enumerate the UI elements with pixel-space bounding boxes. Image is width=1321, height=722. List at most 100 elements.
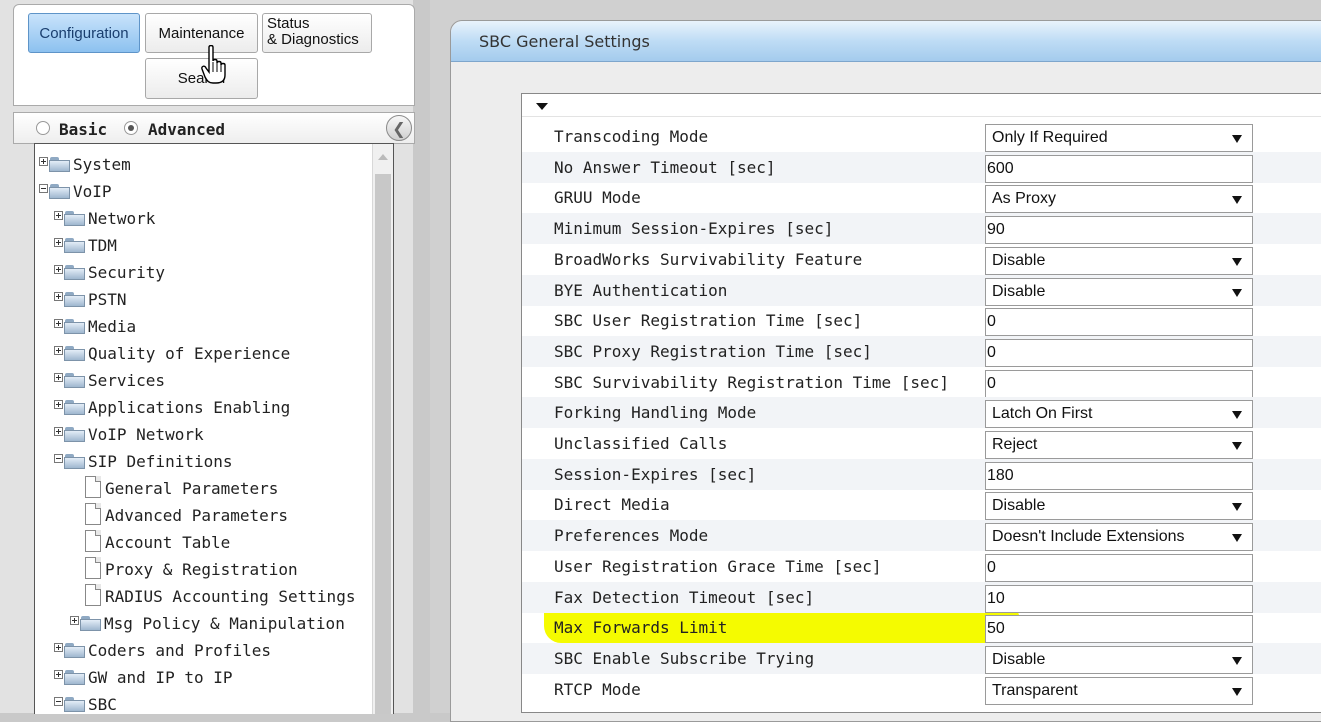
- tree-item-gw-and-ip-to-ip[interactable]: GW and IP to IP: [54, 665, 233, 689]
- expand-plus-icon[interactable]: [54, 643, 63, 652]
- unclassified-calls-select[interactable]: Reject: [985, 431, 1253, 459]
- select-value: Disable: [992, 650, 1046, 668]
- setting-label: BYE Authentication: [554, 280, 728, 300]
- tree-item-voip-network[interactable]: VoIP Network: [54, 422, 204, 446]
- collapse-minus-icon[interactable]: [54, 697, 63, 706]
- tree-item-applications-enabling[interactable]: Applications Enabling: [54, 395, 290, 419]
- tree-item-network[interactable]: Network: [54, 206, 155, 230]
- expand-plus-icon[interactable]: [54, 319, 63, 328]
- basic-label: Basic: [59, 120, 108, 139]
- expand-plus-icon[interactable]: [54, 211, 63, 220]
- dropdown-arrow-icon[interactable]: [1232, 135, 1242, 143]
- sbc-proxy-registration-time-sec-input[interactable]: 0: [985, 338, 1253, 367]
- dropdown-arrow-icon[interactable]: [1232, 503, 1242, 512]
- tree-item-media[interactable]: Media: [54, 314, 136, 338]
- collapse-arrow-icon[interactable]: [536, 103, 548, 110]
- page-icon: [85, 530, 101, 552]
- no-answer-timeout-sec-input[interactable]: 600: [985, 154, 1253, 183]
- setting-row-forking-handling-mode: Forking Handling Mode Latch On First: [522, 397, 1321, 429]
- session-expires-sec-input[interactable]: 180: [985, 461, 1253, 490]
- status-diagnostics-tab[interactable]: Status & Diagnostics: [262, 13, 372, 53]
- folder-icon: [64, 669, 86, 685]
- navigation-panel: Configuration Maintenance Status & Diagn…: [0, 0, 415, 714]
- setting-label: Max Forwards Limit: [554, 618, 728, 638]
- direct-media-select[interactable]: Disable: [985, 492, 1253, 521]
- collapse-minus-icon[interactable]: [54, 454, 63, 463]
- advanced-radio[interactable]: [124, 121, 138, 135]
- scrollbar-thumb[interactable]: [375, 174, 391, 714]
- sbc-survivability-registration-time-sec-input[interactable]: 0: [985, 369, 1253, 398]
- gruu-mode-select[interactable]: As Proxy: [985, 185, 1253, 214]
- setting-label: Minimum Session-Expires [sec]: [554, 219, 834, 239]
- configuration-tab[interactable]: Configuration: [28, 13, 140, 53]
- tree-scrollbar[interactable]: [372, 144, 393, 714]
- setting-row-user-registration-grace-time-sec: User Registration Grace Time [sec] 0: [522, 551, 1321, 582]
- tree-item-coders-and-profiles[interactable]: Coders and Profiles: [54, 638, 271, 662]
- folder-icon: [49, 183, 71, 199]
- setting-label: Forking Handling Mode: [554, 403, 757, 423]
- dropdown-arrow-icon[interactable]: [1232, 442, 1242, 450]
- select-value: As Proxy: [992, 190, 1057, 208]
- tree-item-pstn[interactable]: PSTN: [54, 287, 127, 311]
- tree-item-security[interactable]: Security: [54, 260, 165, 284]
- user-registration-grace-time-sec-input[interactable]: 0: [985, 553, 1253, 582]
- tree-item-label: Security: [88, 262, 166, 282]
- dropdown-arrow-icon[interactable]: [1232, 687, 1242, 696]
- setting-label: Preferences Mode: [554, 526, 709, 546]
- tree-item-system[interactable]: System: [39, 152, 131, 176]
- basic-radio[interactable]: [36, 121, 50, 135]
- tree-item-label: Proxy & Registration: [105, 559, 298, 579]
- expand-plus-icon[interactable]: [54, 346, 63, 355]
- broadworks-survivability-feature-select[interactable]: Disable: [985, 246, 1253, 275]
- expand-plus-icon[interactable]: [54, 292, 63, 301]
- forking-handling-mode-select[interactable]: Latch On First: [985, 400, 1253, 429]
- transcoding-mode-select[interactable]: Only If Required: [985, 124, 1253, 152]
- expand-plus-icon[interactable]: [54, 670, 63, 679]
- page-icon: [85, 557, 101, 579]
- tree-item-radius-accounting-settings[interactable]: RADIUS Accounting Settings: [85, 584, 355, 608]
- sbc-user-registration-time-sec-input[interactable]: 0: [985, 308, 1253, 337]
- dropdown-arrow-icon[interactable]: [1232, 411, 1242, 420]
- dropdown-arrow-icon[interactable]: [1232, 288, 1242, 297]
- status-tab-label-line1: Status: [267, 15, 310, 32]
- collapse-minus-icon[interactable]: [39, 184, 48, 193]
- dropdown-arrow-icon[interactable]: [1232, 534, 1242, 543]
- tree-item-msg-policy-manipulation[interactable]: Msg Policy & Manipulation: [70, 611, 345, 635]
- tree-item-advanced-parameters[interactable]: Advanced Parameters: [85, 503, 288, 527]
- tree-item-quality-of-experience[interactable]: Quality of Experience: [54, 341, 290, 365]
- dropdown-arrow-icon[interactable]: [1232, 196, 1242, 205]
- settings-frame: SBC General Settings Transcoding Mode Onl…: [450, 20, 1321, 722]
- settings-header: SBC General Settings: [451, 21, 1321, 62]
- tree-item-label: RADIUS Accounting Settings: [105, 586, 356, 606]
- expand-plus-icon[interactable]: [54, 265, 63, 274]
- tree-item-services[interactable]: Services: [54, 368, 165, 392]
- minimum-session-expires-sec-input[interactable]: 90: [985, 216, 1253, 245]
- fax-detection-timeout-sec-input[interactable]: 10: [985, 584, 1253, 613]
- scroll-up-arrow-icon[interactable]: [378, 154, 388, 160]
- max-forwards-limit-input[interactable]: 50: [985, 615, 1253, 644]
- tree-item-tdm[interactable]: TDM: [54, 233, 117, 257]
- tree-item-general-parameters[interactable]: General Parameters: [85, 476, 278, 500]
- expand-plus-icon[interactable]: [70, 616, 79, 625]
- tree-item-voip[interactable]: VoIP: [39, 179, 112, 203]
- expand-plus-icon[interactable]: [39, 157, 48, 166]
- dropdown-arrow-icon[interactable]: [1232, 656, 1242, 665]
- dropdown-arrow-icon[interactable]: [1232, 257, 1242, 266]
- expand-plus-icon[interactable]: [54, 400, 63, 409]
- preferences-mode-select[interactable]: Doesn't Include Extensions: [985, 523, 1253, 552]
- setting-label: SBC Proxy Registration Time [sec]: [554, 341, 872, 361]
- tree-item-sbc[interactable]: SBC: [54, 692, 117, 714]
- tree-item-label: SIP Definitions: [88, 451, 233, 471]
- setting-row-fax-detection-timeout-sec: Fax Detection Timeout [sec] 10: [522, 581, 1321, 613]
- expand-plus-icon[interactable]: [54, 238, 63, 247]
- rtcp-mode-select[interactable]: Transparent: [985, 676, 1253, 705]
- expand-plus-icon[interactable]: [54, 427, 63, 436]
- bye-authentication-select[interactable]: Disable: [985, 277, 1253, 306]
- collapse-panel-button[interactable]: ❮: [386, 115, 412, 141]
- tree-item-sip-definitions[interactable]: SIP Definitions: [54, 449, 233, 473]
- tree-item-account-table[interactable]: Account Table: [85, 530, 230, 554]
- setting-label: User Registration Grace Time [sec]: [554, 556, 882, 576]
- expand-plus-icon[interactable]: [54, 373, 63, 382]
- tree-item-proxy-registration[interactable]: Proxy & Registration: [85, 557, 298, 581]
- sbc-enable-subscribe-trying-select[interactable]: Disable: [985, 645, 1253, 674]
